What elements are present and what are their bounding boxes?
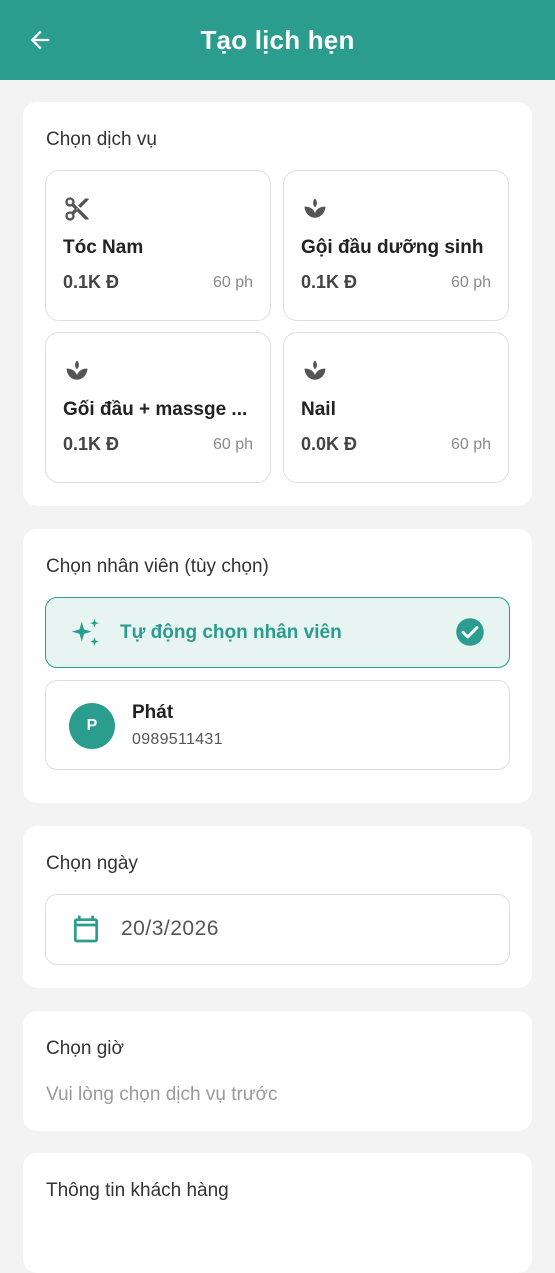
staff-option[interactable]: P Phát 0989511431 [45,680,510,770]
service-name: Tóc Nam [63,237,144,258]
service-section: Chọn dịch vụ Tóc Nam 0.1K Đ 60 ph Gội đầ… [23,102,532,506]
arrow-left-icon [30,30,50,50]
time-section: Chọn giờ Vui lòng chọn dịch vụ trước [23,1011,532,1131]
spa-icon [66,360,88,380]
service-duration: 60 ph [212,436,253,453]
date-picker-field[interactable]: 20/3/2026 [45,894,510,965]
customer-section-title: Thông tin khách hàng [46,1180,229,1201]
date-section-title: Chọn ngày [46,853,138,874]
date-section: Chọn ngày 20/3/2026 [23,826,532,988]
service-card[interactable]: Gội đầu dưỡng sinh 0.1K Đ 60 ph [283,170,509,321]
page-title: Tạo lịch hẹn [200,24,355,55]
service-price: 0.1K Đ [301,272,358,292]
service-name: Gối đầu + massge ... [63,399,248,420]
service-section-title: Chọn dịch vụ [46,129,157,150]
service-card[interactable]: Gối đầu + massge ... 0.1K Đ 60 ph [45,332,271,483]
calendar-icon [74,915,98,943]
service-card[interactable]: Tóc Nam 0.1K Đ 60 ph [45,170,271,321]
service-price: 0.1K Đ [63,272,120,292]
staff-section-title: Chọn nhân viên (tùy chọn) [46,556,269,577]
check-circle-icon [456,618,484,646]
spa-icon [304,360,326,380]
service-card[interactable]: Nail 0.0K Đ 60 ph [283,332,509,483]
back-button[interactable] [22,22,58,58]
avatar: P [69,703,115,749]
customer-section: Thông tin khách hàng [23,1153,532,1273]
service-price: 0.0K Đ [301,434,358,454]
date-value: 20/3/2026 [121,917,219,940]
service-duration: 60 ph [450,274,491,291]
auto-assign-label: Tự động chọn nhân viên [120,622,342,643]
service-name: Gội đầu dưỡng sinh [301,237,484,258]
staff-phone: 0989511431 [132,731,223,748]
time-hint: Vui lòng chọn dịch vụ trước [46,1084,278,1105]
staff-name: Phát [132,702,174,723]
service-duration: 60 ph [450,436,491,453]
staff-section: Chọn nhân viên (tùy chọn) Tự động chọn n… [23,529,532,803]
spa-icon [304,198,326,218]
scissors-icon [65,197,89,221]
service-price: 0.1K Đ [63,434,120,454]
app-bar: Tạo lịch hẹn [0,0,555,80]
time-section-title: Chọn giờ [46,1038,124,1059]
auto-assign-option[interactable]: Tự động chọn nhân viên [45,597,510,668]
service-duration: 60 ph [212,274,253,291]
sparkle-icon [71,618,99,646]
service-name: Nail [301,399,336,420]
